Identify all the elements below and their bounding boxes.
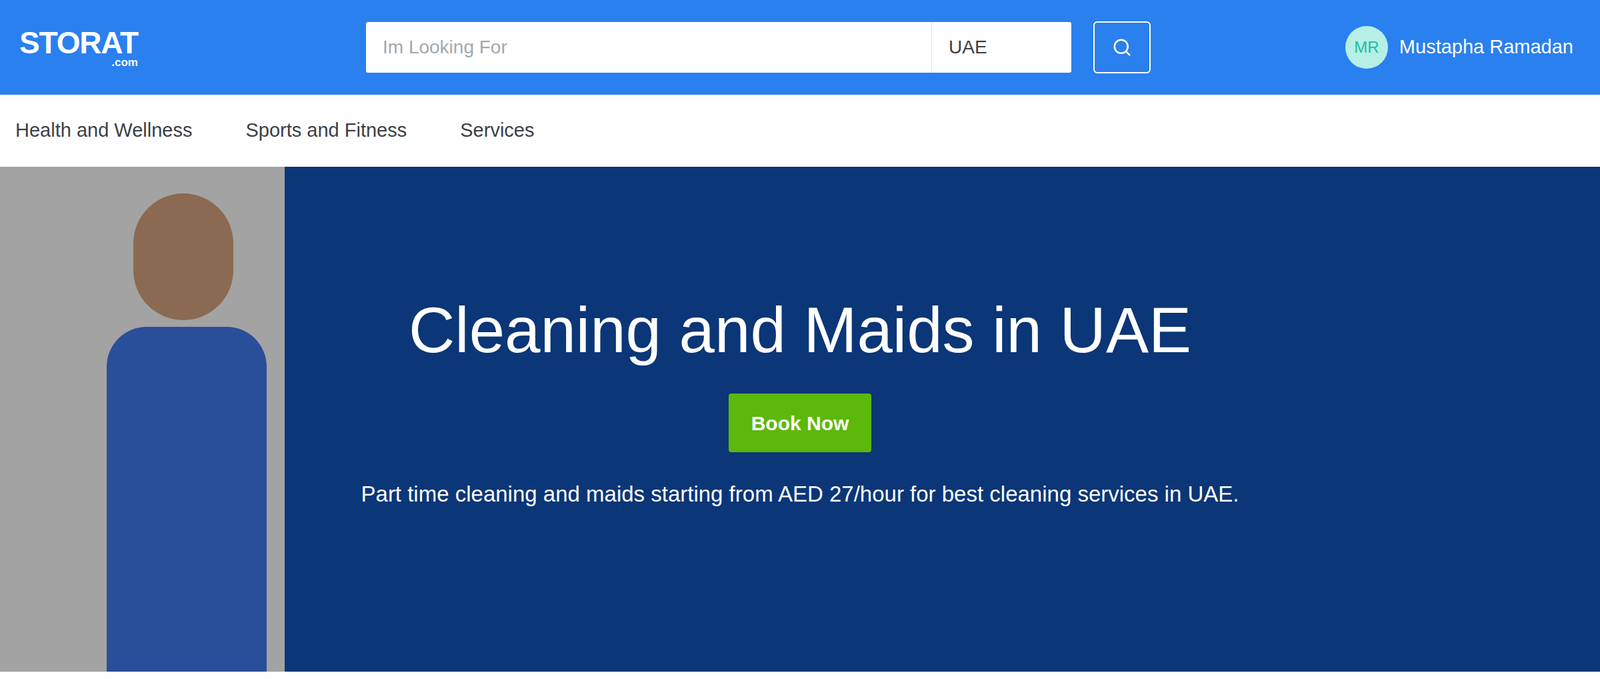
nav-item[interactable]: Sports and Fitness (245, 116, 407, 146)
book-now-button[interactable]: Book Now (728, 393, 872, 452)
nav-item[interactable]: Health and Wellness (15, 116, 192, 146)
logo[interactable]: STORAT.com (19, 27, 366, 68)
top-bar: STORAT.comIm Looking ForUAE MR Mustapha Ra… (0, 0, 1600, 95)
location-field[interactable]: UAE (932, 22, 1072, 73)
search-input[interactable]: Im Looking For (366, 22, 932, 73)
hero-subtitle: Part time cleaning and maids starting fr… (361, 477, 1240, 511)
user-menu[interactable]: MR Mustapha Ramadan (1345, 26, 1574, 69)
magnifier-icon (1112, 37, 1132, 58)
hero: Cleaning and Maids in UAE Book Now Part ti… (0, 166, 1600, 672)
avatar: MR (1345, 26, 1388, 69)
category-nav: Health and Wellness Sports and Fitness Ser… (0, 94, 1600, 167)
search-bar: Im Looking ForUAE (366, 22, 1072, 73)
nav-item[interactable]: Services (460, 116, 534, 146)
user-name: Mustapha Ramadan (1399, 32, 1574, 62)
hero-photo (0, 166, 285, 672)
search-button[interactable] (1093, 21, 1151, 74)
page: STORAT.comIm Looking ForUAE MR Mustapha Ra… (0, 0, 1600, 679)
hero-title: Cleaning and Maids in UAE (408, 293, 1192, 367)
